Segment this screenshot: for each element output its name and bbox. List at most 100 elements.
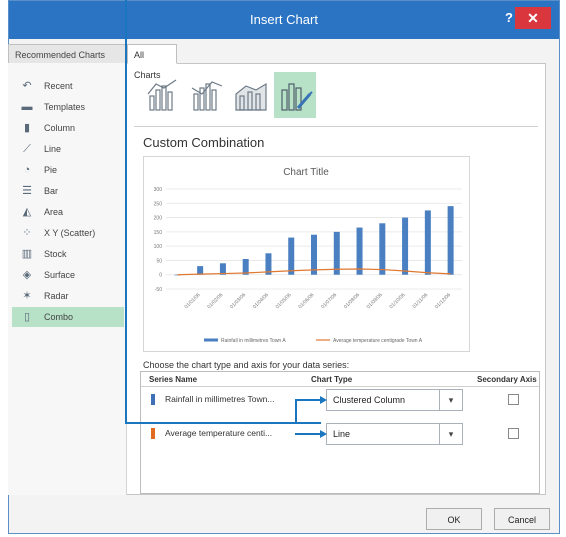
series-row-rainfall: Rainfall in millimetres Town... Clustere… — [141, 386, 539, 414]
tab-all-charts[interactable]: All Charts — [127, 44, 177, 80]
sidebar-item-combo[interactable]: ▯ Combo — [12, 307, 124, 327]
series-color-swatch — [151, 428, 155, 439]
sidebar-item-line[interactable]: ⟋ Line — [12, 139, 124, 159]
callout-line-upper — [295, 399, 321, 401]
chart-title: Chart Title — [283, 167, 329, 178]
sidebar-item-label: Area — [44, 207, 64, 217]
y-tick-label: 300 — [154, 187, 163, 193]
subtype-stacked-area-column[interactable] — [230, 72, 272, 118]
chevron-down-icon[interactable]: ▾ — [439, 424, 462, 444]
sidebar-item-templates[interactable]: ▬ Templates — [12, 97, 124, 117]
combo-chart-icon: ▯ — [23, 311, 31, 323]
x-tick-label: 01/07/06 — [320, 292, 338, 310]
radar-chart-icon: ✶ — [22, 290, 32, 302]
callout-line-horizontal — [125, 422, 321, 424]
chart-type-dropdown[interactable]: Clustered Column ▾ — [326, 389, 463, 411]
y-tick-label: 100 — [154, 244, 163, 250]
y-tick-label: -50 — [155, 287, 162, 293]
scatter-chart-icon: ⁘ — [22, 227, 32, 239]
series-name: Rainfall in millimetres Town... — [165, 394, 275, 404]
x-tick-label: 01/08/06 — [343, 292, 361, 310]
x-tick-label: 01/10/06 — [388, 292, 406, 310]
x-tick-label: 01/12/06 — [434, 292, 452, 310]
sidebar-item-label: Pie — [44, 165, 58, 175]
combo-chart: Chart Title 300 250 200 150 100 50 0 -50 01/01/06… — [154, 167, 462, 344]
pie-chart-icon: ◔ — [23, 164, 31, 176]
subtype-custom-combination[interactable] — [274, 72, 316, 118]
sidebar-item-label: X Y (Scatter) — [44, 228, 96, 238]
sidebar-item-recent[interactable]: ↶ Recent — [12, 76, 124, 96]
chart-type-value: Line — [333, 429, 351, 439]
close-button[interactable]: ✕ — [515, 7, 551, 29]
chart-type-sidebar: ↶ Recent ▬ Templates ▮ Column ⟋ Line ◔ Pie ☰ Bar ◭ Ar… — [8, 63, 127, 495]
bar — [402, 217, 409, 275]
secondary-axis-checkbox[interactable] — [508, 394, 519, 405]
sidebar-item-label: Combo — [44, 312, 74, 322]
sidebar-item-label: Column — [44, 123, 76, 133]
sidebar-item-label: Templates — [44, 102, 86, 112]
sidebar-item-label: Line — [44, 144, 62, 154]
sidebar-item-surface[interactable]: ◈ Surface — [12, 265, 124, 285]
sidebar-item-label: Recent — [44, 81, 73, 91]
series-color-swatch — [151, 394, 155, 405]
legend-label-rainfall: Rainfall in millimetres Town A — [221, 338, 286, 344]
x-tick-label: 01/02/06 — [206, 292, 224, 310]
sidebar-item-label: Radar — [44, 291, 69, 301]
callout-arrow-lower — [320, 430, 327, 438]
help-button[interactable]: ? — [505, 10, 513, 25]
legend-label-temperature: Average temperature centigrade Town A — [333, 338, 423, 344]
bar — [197, 266, 204, 275]
header-secondary-axis: Secondary Axis — [477, 375, 537, 384]
bar — [333, 231, 340, 275]
x-tick-label: 01/01/06 — [184, 292, 202, 310]
secondary-axis-checkbox[interactable] — [508, 428, 519, 439]
bar — [311, 234, 317, 275]
subtype-column-line-secondary[interactable] — [186, 72, 228, 118]
y-tick-label: 250 — [154, 201, 163, 207]
sidebar-item-area[interactable]: ◭ Area — [12, 202, 124, 222]
title-bar: Insert Chart ? ✕ — [9, 1, 559, 39]
series-instruction: Choose the chart type and axis for your … — [143, 360, 350, 370]
chart-type-dropdown[interactable]: Line ▾ — [326, 423, 463, 445]
sidebar-item-radar[interactable]: ✶ Radar — [12, 286, 124, 306]
sidebar-item-label: Bar — [44, 186, 59, 196]
callout-line-lower — [295, 433, 321, 435]
tab-recommended-charts[interactable]: Recommended Charts — [8, 44, 126, 64]
area-chart-icon: ◭ — [22, 206, 32, 218]
combo-column-line-secondary-icon — [191, 81, 223, 111]
chevron-down-icon[interactable]: ▾ — [439, 390, 462, 410]
bar — [356, 227, 363, 275]
x-tick-label: 01/06/06 — [297, 292, 315, 310]
series-table: Series Name Chart Type Secondary Axis Ra… — [140, 371, 540, 494]
folder-icon: ▬ — [21, 101, 33, 113]
sidebar-item-column[interactable]: ▮ Column — [12, 118, 124, 138]
y-tick-label: 50 — [156, 258, 162, 264]
y-tick-label: 200 — [154, 216, 163, 222]
callout-arrow-upper — [320, 396, 327, 404]
line-chart-icon: ⟋ — [23, 143, 31, 155]
sidebar-item-bar[interactable]: ☰ Bar — [12, 181, 124, 201]
sidebar-item-stock[interactable]: ▥ Stock — [12, 244, 124, 264]
sidebar-item-label: Stock — [44, 249, 67, 259]
cancel-button[interactable]: Cancel — [494, 508, 550, 530]
callout-line-riser — [295, 399, 297, 424]
column-chart-icon: ▮ — [23, 122, 31, 134]
chart-type-value: Clustered Column — [333, 395, 406, 405]
ok-button[interactable]: OK — [426, 508, 482, 530]
series-name: Average temperature centi... — [165, 428, 273, 438]
sidebar-item-pie[interactable]: ◔ Pie — [12, 160, 124, 180]
custom-combination-icon — [281, 83, 313, 111]
bar — [379, 223, 386, 275]
bar — [424, 210, 431, 275]
x-tick-label: 01/04/06 — [252, 292, 270, 310]
header-chart-type: Chart Type — [311, 375, 353, 384]
bar — [447, 206, 454, 275]
sidebar-item-label: Surface — [44, 270, 76, 280]
recent-icon: ↶ — [22, 80, 32, 92]
dialog-title: Insert Chart — [250, 12, 318, 27]
x-tick-label: 01/03/06 — [229, 292, 247, 310]
sidebar-item-x-y-scatter[interactable]: ⁘ X Y (Scatter) — [12, 223, 124, 243]
combo-stacked-area-column-icon — [235, 82, 267, 111]
x-tick-label: 01/05/06 — [275, 292, 293, 310]
bar — [288, 237, 295, 275]
